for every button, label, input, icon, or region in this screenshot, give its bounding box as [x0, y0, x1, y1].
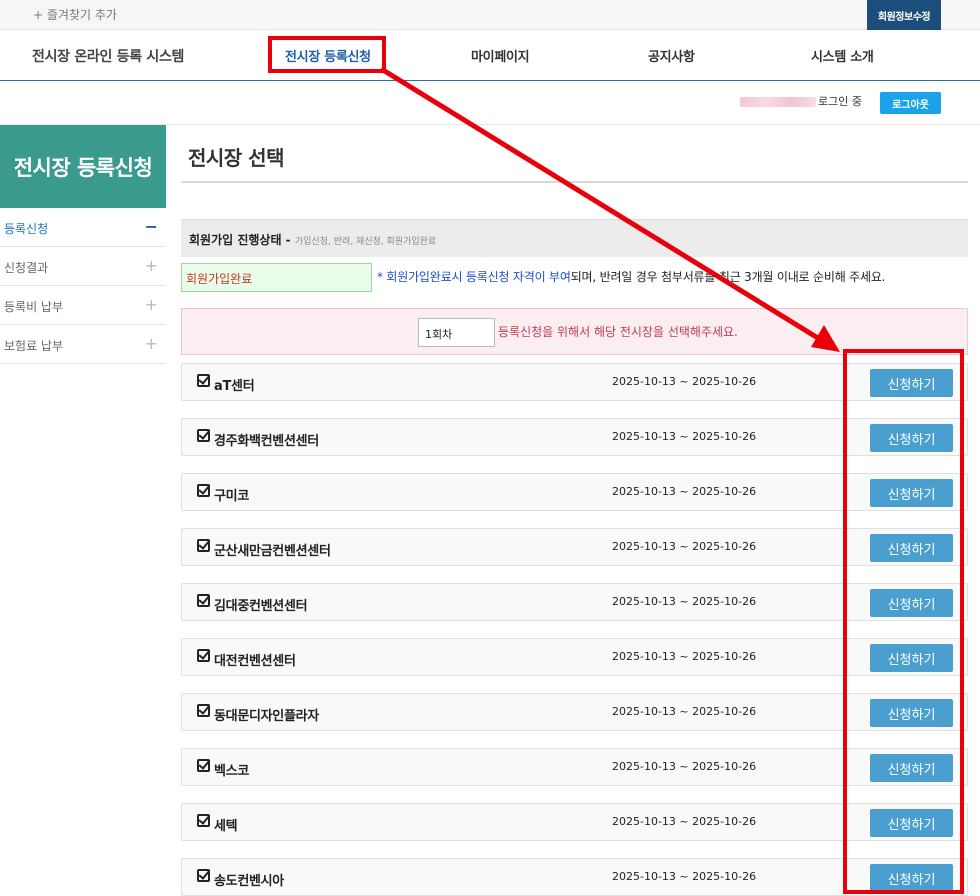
venue-name: 경주화백컨벤션센터: [214, 434, 319, 449]
side-item-fee-payment[interactable]: 등록비 납부 +: [0, 286, 166, 325]
venue-name: aT센터: [214, 379, 255, 394]
membership-status-note: * 회원가입완료시 등록신청 자격이 부여되며, 반려일 경우 첨부서류를 최근…: [377, 268, 885, 285]
venue-row: 벡스코 2025-10-13 ~ 2025-10-26 신청하기: [181, 748, 968, 786]
logout-button[interactable]: 로그아웃: [880, 92, 941, 114]
apply-button[interactable]: 신청하기: [870, 809, 953, 837]
venue-row: aT센터 2025-10-13 ~ 2025-10-26 신청하기: [181, 363, 968, 401]
checkbox-icon: [197, 484, 210, 497]
venue-name: 군산새만금컨벤션센터: [214, 544, 331, 559]
login-status: 로그인 중: [818, 95, 862, 108]
login-bar: 로그인 중 로그아웃: [0, 82, 980, 125]
side-item-label: 신청결과: [4, 261, 49, 275]
venue-row: 군산새만금컨벤션센터 2025-10-13 ~ 2025-10-26 신청하기: [181, 528, 968, 566]
venue-name: 세텍: [214, 819, 238, 834]
venue-row: 대전컨벤션센터 2025-10-13 ~ 2025-10-26 신청하기: [181, 638, 968, 676]
add-favorite-link[interactable]: + 즐겨찾기 추가: [33, 6, 117, 23]
title-divider: [181, 181, 968, 183]
member-edit-button[interactable]: 회원정보수정: [867, 0, 941, 30]
side-item-label: 등록비 납부: [4, 300, 64, 314]
checkbox-icon: [197, 374, 210, 387]
side-item-result[interactable]: 신청결과 +: [0, 247, 166, 286]
side-item-label: 등록신청: [4, 222, 49, 236]
side-item-registration[interactable]: 등록신청 −: [0, 208, 166, 247]
apply-button[interactable]: 신청하기: [870, 479, 953, 507]
checkbox-icon: [197, 869, 210, 882]
venue-name: 김대중컨벤션센터: [214, 599, 308, 614]
side-nav-title: 전시장 등록신청: [0, 125, 166, 208]
nav-notice[interactable]: 공지사항: [648, 46, 695, 65]
checkbox-icon: [197, 594, 210, 607]
round-select-message: 등록신청을 위해서 해당 전시장을 선택해주세요.: [498, 325, 738, 339]
venue-name: 동대문디자인플라자: [214, 709, 319, 724]
expand-icon: +: [144, 256, 158, 275]
venue-name: 송도컨벤시아: [214, 874, 284, 889]
apply-button[interactable]: 신청하기: [870, 534, 953, 562]
venue-row: 동대문디자인플라자 2025-10-13 ~ 2025-10-26 신청하기: [181, 693, 968, 731]
venue-row: 세텍 2025-10-13 ~ 2025-10-26 신청하기: [181, 803, 968, 841]
venue-row: 김대중컨벤션센터 2025-10-13 ~ 2025-10-26 신청하기: [181, 583, 968, 621]
venue-row: 송도컨벤시아 2025-10-13 ~ 2025-10-26 신청하기: [181, 858, 968, 896]
venue-period: 2025-10-13 ~ 2025-10-26: [612, 815, 757, 828]
membership-status-header: 회원가입 진행상태 - 가입신청, 반려, 재신청, 회원가입완료: [181, 219, 968, 257]
blurred-user-name: [740, 97, 816, 107]
venue-period: 2025-10-13 ~ 2025-10-26: [612, 595, 757, 608]
expand-icon: +: [144, 295, 158, 314]
status-note-highlight: * 회원가입완료시 등록신청 자격이 부여: [377, 270, 571, 284]
apply-button[interactable]: 신청하기: [870, 369, 953, 397]
round-select[interactable]: 1회차: [418, 318, 495, 347]
checkbox-icon: [197, 649, 210, 662]
venue-period: 2025-10-13 ~ 2025-10-26: [612, 375, 757, 388]
checkbox-icon: [197, 429, 210, 442]
status-note-text: 되며, 반려일 경우 첨부서류를 최근 3개월 이내로 순비해 주세요.: [570, 270, 886, 284]
venue-period: 2025-10-13 ~ 2025-10-26: [612, 870, 757, 883]
nav-system-intro[interactable]: 시스템 소개: [811, 46, 874, 65]
round-select-box: 1회차 등록신청을 위해서 해당 전시장을 선택해주세요.: [181, 308, 968, 355]
venue-period: 2025-10-13 ~ 2025-10-26: [612, 650, 757, 663]
venue-period: 2025-10-13 ~ 2025-10-26: [612, 705, 757, 718]
venue-row: 구미코 2025-10-13 ~ 2025-10-26 신청하기: [181, 473, 968, 511]
venue-name: 구미코: [214, 489, 249, 504]
nav-exhibition-registration[interactable]: 전시장 등록신청: [285, 46, 371, 71]
venue-period: 2025-10-13 ~ 2025-10-26: [612, 540, 757, 553]
apply-button[interactable]: 신청하기: [870, 424, 953, 452]
site-brand[interactable]: 전시장 온라인 등록 시스템: [32, 46, 184, 66]
side-item-insurance-payment[interactable]: 보험료 납부 +: [0, 325, 166, 364]
checkbox-icon: [197, 814, 210, 827]
membership-status-field: 회원가입완료: [181, 263, 372, 292]
expand-icon: +: [144, 334, 158, 353]
checkbox-icon: [197, 759, 210, 772]
venue-period: 2025-10-13 ~ 2025-10-26: [612, 430, 757, 443]
apply-button[interactable]: 신청하기: [870, 864, 953, 892]
page-title: 전시장 선택: [188, 146, 284, 170]
venue-period: 2025-10-13 ~ 2025-10-26: [612, 760, 757, 773]
nav-mypage[interactable]: 마이페이지: [471, 46, 530, 65]
checkbox-icon: [197, 704, 210, 717]
apply-button[interactable]: 신청하기: [870, 644, 953, 672]
venue-row: 경주화백컨벤션센터 2025-10-13 ~ 2025-10-26 신청하기: [181, 418, 968, 456]
apply-button[interactable]: 신청하기: [870, 589, 953, 617]
venue-period: 2025-10-13 ~ 2025-10-26: [612, 485, 757, 498]
status-header-label: 회원가입 진행상태 - 가입신청, 반려, 재신청, 회원가입완료: [189, 231, 436, 248]
utility-bar: + 즐겨찾기 추가 회원정보수정: [0, 0, 980, 30]
checkbox-icon: [197, 539, 210, 552]
side-item-label: 보험료 납부: [4, 339, 64, 353]
apply-button[interactable]: 신청하기: [870, 699, 953, 727]
main-navigation: 전시장 온라인 등록 시스템 전시장 등록신청 마이페이지 공지사항 시스템 소…: [0, 30, 980, 81]
venue-name: 대전컨벤션센터: [214, 654, 296, 669]
collapse-icon: −: [144, 217, 158, 236]
apply-button[interactable]: 신청하기: [870, 754, 953, 782]
status-header-sub: 가입신청, 반려, 재신청, 회원가입완료: [294, 237, 437, 247]
venue-name: 벡스코: [214, 764, 249, 779]
status-header-title: 회원가입 진행상태 -: [189, 233, 291, 247]
